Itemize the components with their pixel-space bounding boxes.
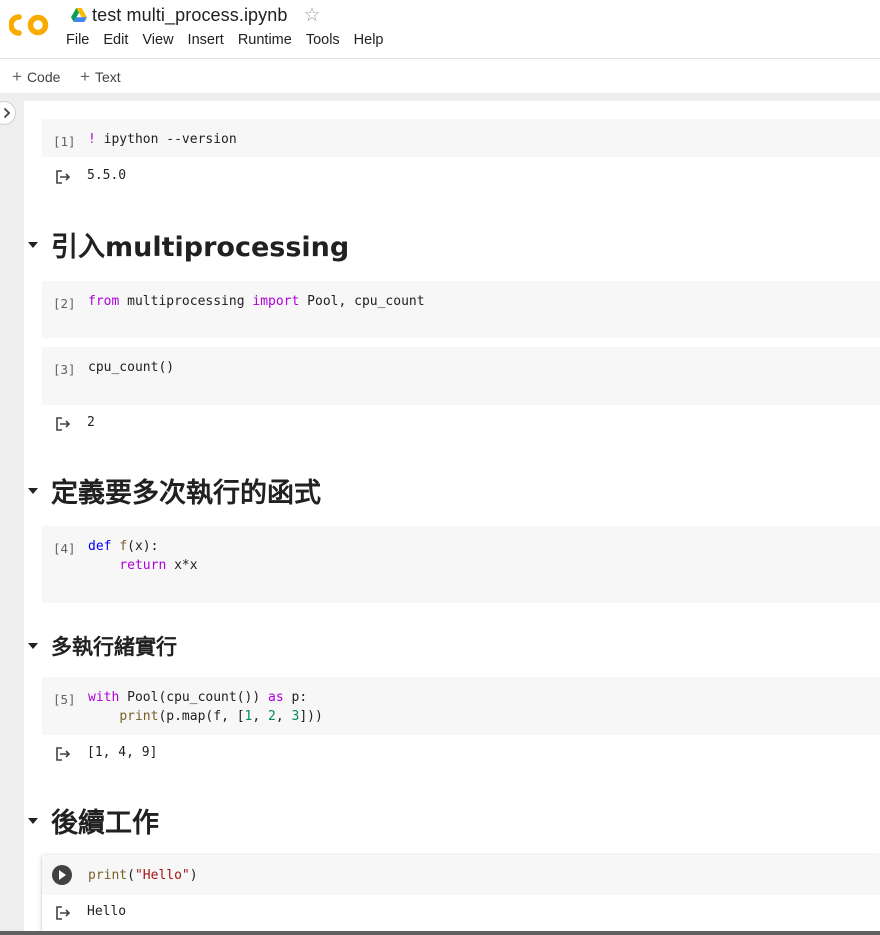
code-cell[interactable]: [3] cpu_count() — [42, 347, 880, 405]
chevron-right-icon — [3, 107, 11, 119]
plus-icon: + — [12, 67, 22, 86]
section-heading: 定義要多次執行的函式 — [24, 471, 321, 510]
notebook-title[interactable]: test multi_process.ipynb — [92, 5, 288, 26]
plus-icon: + — [80, 67, 90, 86]
menu-insert[interactable]: Insert — [188, 32, 224, 48]
active-code-cell[interactable]: print("Hello") Hello — [42, 855, 880, 931]
menu-runtime[interactable]: Runtime — [238, 32, 292, 48]
section-heading: 多執行緒實行 — [24, 631, 177, 661]
play-icon — [59, 870, 66, 880]
add-text-button[interactable]: + Text — [80, 68, 121, 85]
menu-tools[interactable]: Tools — [306, 32, 340, 48]
execution-count: [3] — [53, 362, 76, 377]
menu-edit[interactable]: Edit — [103, 32, 128, 48]
output-icon[interactable] — [55, 169, 73, 185]
execution-count: [4] — [53, 541, 76, 556]
code-editor[interactable]: def f(x): return x*x — [88, 537, 198, 575]
app-header: test multi_process.ipynb ☆ File Edit Vie… — [0, 0, 880, 59]
code-editor[interactable]: cpu_count() — [88, 358, 174, 377]
output-icon[interactable] — [55, 746, 73, 762]
code-cell[interactable]: [4] def f(x): return x*x — [42, 526, 880, 603]
menu-help[interactable]: Help — [354, 32, 384, 48]
code-editor[interactable]: with Pool(cpu_count()) as p: print(p.map… — [88, 688, 323, 726]
heading-text: 後續工作 — [51, 808, 159, 839]
cell-output: [1, 4, 9] — [87, 745, 158, 760]
toolbar: + Code + Text — [0, 60, 880, 93]
code-cell-input[interactable]: print("Hello") — [42, 855, 880, 895]
collapse-caret-icon[interactable] — [28, 817, 38, 824]
add-text-label: Text — [94, 68, 121, 85]
output-icon[interactable] — [55, 416, 73, 432]
add-code-label: Code — [26, 68, 61, 85]
heading-text: 多執行緒實行 — [51, 635, 177, 659]
run-cell-button[interactable] — [52, 865, 72, 885]
code-cell[interactable]: [5] with Pool(cpu_count()) as p: print(p… — [42, 677, 880, 735]
code-cell[interactable]: [2] from multiprocessing import Pool, cp… — [42, 281, 880, 338]
code-editor[interactable]: ! ipython --version — [88, 130, 237, 149]
code-cell[interactable]: [1] ! ipython --version — [42, 119, 880, 157]
execution-count: [2] — [53, 296, 76, 311]
google-drive-icon — [71, 8, 87, 22]
collapse-caret-icon[interactable] — [28, 241, 38, 248]
bottom-border — [0, 931, 880, 935]
execution-count: [1] — [53, 134, 76, 149]
section-heading: 後續工作 — [24, 801, 159, 840]
collapse-caret-icon[interactable] — [28, 487, 38, 494]
menu-file[interactable]: File — [66, 32, 89, 48]
execution-count: [5] — [53, 692, 76, 707]
cell-output: Hello — [87, 904, 127, 919]
toolbar-divider — [0, 93, 880, 101]
notebook-area: [1] ! ipython --version 5.5.0 引入multipro… — [24, 101, 880, 931]
add-code-button[interactable]: + Code — [12, 68, 60, 85]
code-editor[interactable]: from multiprocessing import Pool, cpu_co… — [88, 292, 425, 311]
collapse-caret-icon[interactable] — [28, 643, 38, 649]
title-row: test multi_process.ipynb ☆ — [71, 4, 321, 26]
left-rail — [0, 101, 24, 935]
menu-bar: File Edit View Insert Runtime Tools Help — [66, 32, 398, 48]
cell-output: 5.5.0 — [87, 168, 127, 183]
cell-output: 2 — [87, 415, 95, 430]
code-editor[interactable]: print("Hello") — [88, 866, 198, 885]
menu-view[interactable]: View — [142, 32, 173, 48]
output-icon[interactable] — [55, 905, 73, 921]
section-heading: 引入multiprocessing — [24, 225, 349, 264]
heading-text: 引入multiprocessing — [51, 232, 350, 263]
star-icon[interactable]: ☆ — [304, 6, 321, 25]
heading-text: 定義要多次執行的函式 — [51, 478, 321, 509]
colab-logo[interactable] — [9, 13, 51, 37]
